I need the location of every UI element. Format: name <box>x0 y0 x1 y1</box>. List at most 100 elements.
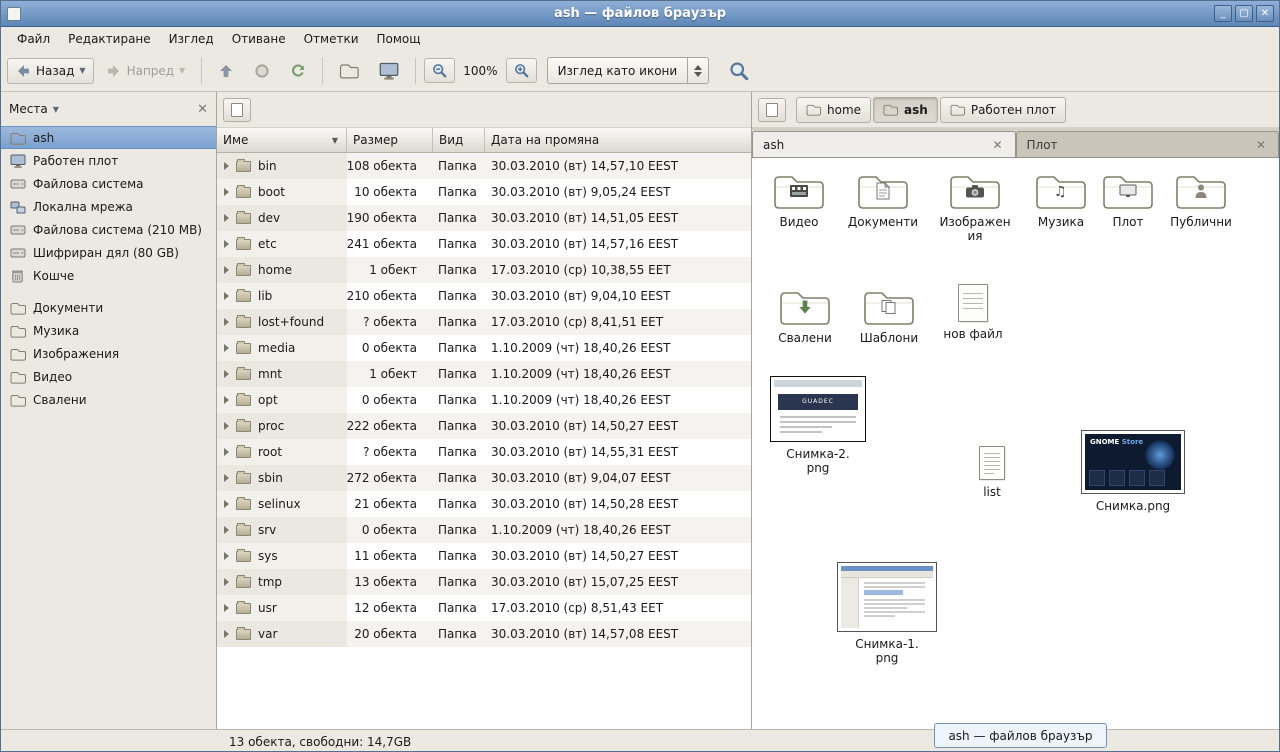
file-snimka-1[interactable]: Снимка-1.png <box>834 562 940 665</box>
sidebar-item-filesystem[interactable]: Файлова система <box>1 172 216 195</box>
breadcrumb-home[interactable]: home <box>796 97 871 123</box>
expander-icon[interactable] <box>224 370 229 378</box>
table-row[interactable]: mnt1 обектПапка1.10.2009 (чт) 18,40,26 E… <box>217 361 751 387</box>
sidebar-item-filesystem-210mb[interactable]: Файлова система (210 MB) <box>1 218 216 241</box>
chevron-down-icon[interactable]: ▼ <box>53 105 59 114</box>
expander-icon[interactable] <box>224 630 229 638</box>
menu-file[interactable]: Файл <box>9 30 58 48</box>
sidebar-item-music[interactable]: Музика <box>1 319 216 342</box>
expander-icon[interactable] <box>224 318 229 326</box>
file-new[interactable]: нов файл <box>932 284 1014 341</box>
close-icon[interactable]: ✕ <box>1254 138 1268 152</box>
sidebar-item-encrypted-80gb[interactable]: Шифриран дял (80 GB) <box>1 241 216 264</box>
location-toggle-button[interactable] <box>758 98 786 122</box>
menu-view[interactable]: Изглед <box>161 30 222 48</box>
folder-public[interactable]: Публични <box>1158 168 1244 229</box>
close-icon[interactable]: ✕ <box>990 138 1004 152</box>
expander-icon[interactable] <box>224 578 229 586</box>
table-row[interactable]: dev190 обектаПапка30.03.2010 (вт) 14,51,… <box>217 205 751 231</box>
expander-icon[interactable] <box>224 526 229 534</box>
column-header-type[interactable]: Вид <box>433 128 485 152</box>
table-row[interactable]: home1 обектПапка17.03.2010 (ср) 10,38,55… <box>217 257 751 283</box>
taskbar-tooltip[interactable]: ash — файлов браузър <box>934 723 1107 748</box>
tab-desktop[interactable]: Плот ✕ <box>1016 131 1280 157</box>
column-header-name[interactable]: Име ▼ <box>217 128 347 152</box>
search-button[interactable] <box>721 56 757 86</box>
breadcrumb-desktop[interactable]: Работен плот <box>940 97 1066 123</box>
icon-view[interactable]: Видео Документи <box>752 158 1279 729</box>
table-row[interactable]: tmp13 обектаПапка30.03.2010 (вт) 15,07,2… <box>217 569 751 595</box>
table-row[interactable]: usr12 обектаПапка17.03.2010 (ср) 8,51,43… <box>217 595 751 621</box>
expander-icon[interactable] <box>224 344 229 352</box>
file-list[interactable]: list <box>962 446 1022 499</box>
folder-templates[interactable]: Шаблони <box>848 284 930 345</box>
expander-icon[interactable] <box>224 448 229 456</box>
reload-button[interactable] <box>282 58 314 84</box>
menu-edit[interactable]: Редактиране <box>60 30 159 48</box>
sidebar-item-trash[interactable]: Кошче <box>1 264 216 287</box>
sidebar-title[interactable]: Места <box>9 102 48 116</box>
titlebar[interactable]: ash — файлов браузър _ ▢ ✕ <box>1 1 1279 27</box>
table-row[interactable]: opt0 обектаПапка1.10.2009 (чт) 18,40,26 … <box>217 387 751 413</box>
sidebar-item-documents[interactable]: Документи <box>1 296 216 319</box>
expander-icon[interactable] <box>224 474 229 482</box>
combo-spinner-icon[interactable] <box>687 58 708 83</box>
expander-icon[interactable] <box>224 162 229 170</box>
stop-button[interactable] <box>246 58 278 84</box>
sidebar-item-desktop[interactable]: Работен плот <box>1 149 216 172</box>
expander-icon[interactable] <box>224 396 229 404</box>
zoom-in-button[interactable] <box>506 58 537 83</box>
table-row[interactable]: root? обектаПапка30.03.2010 (вт) 14,55,3… <box>217 439 751 465</box>
expander-icon[interactable] <box>224 188 229 196</box>
view-mode-select[interactable]: Изглед като икони <box>547 57 710 84</box>
folder-video[interactable]: Видео <box>758 168 840 229</box>
expander-icon[interactable] <box>224 604 229 612</box>
table-row[interactable]: bin108 обектаПапка30.03.2010 (вт) 14,57,… <box>217 153 751 179</box>
table-row[interactable]: proc222 обектаПапка30.03.2010 (вт) 14,50… <box>217 413 751 439</box>
sidebar-item-local-network[interactable]: Локална мрежа <box>1 195 216 218</box>
sidebar-item-video[interactable]: Видео <box>1 365 216 388</box>
file-snimka-2[interactable]: GUADEC Снимка-2.png <box>766 376 870 475</box>
table-row[interactable]: etc241 обектаПапка30.03.2010 (вт) 14,57,… <box>217 231 751 257</box>
table-row[interactable]: media0 обектаПапка1.10.2009 (чт) 18,40,2… <box>217 335 751 361</box>
forward-button[interactable]: Напред ▼ <box>98 58 194 84</box>
folder-downloads[interactable]: Свалени <box>764 284 846 345</box>
sidebar-close-icon[interactable]: ✕ <box>197 102 208 117</box>
expander-icon[interactable] <box>224 422 229 430</box>
zoom-out-button[interactable] <box>424 58 455 83</box>
minimize-button[interactable]: _ <box>1214 5 1232 22</box>
table-row[interactable]: selinux21 обектаПапка30.03.2010 (вт) 14,… <box>217 491 751 517</box>
computer-button[interactable] <box>371 57 407 85</box>
table-row[interactable]: lib210 обектаПапка30.03.2010 (вт) 9,04,1… <box>217 283 751 309</box>
file-snimka[interactable]: GNOME Store Снимка.png <box>1078 430 1188 513</box>
expander-icon[interactable] <box>224 292 229 300</box>
expander-icon[interactable] <box>224 214 229 222</box>
column-header-size[interactable]: Размер <box>347 128 433 152</box>
table-row[interactable]: boot10 обектаПапка30.03.2010 (вт) 9,05,2… <box>217 179 751 205</box>
sidebar-item-pictures[interactable]: Изображения <box>1 342 216 365</box>
table-row[interactable]: var20 обектаПапка30.03.2010 (вт) 14,57,0… <box>217 621 751 647</box>
table-row[interactable]: sys11 обектаПапка30.03.2010 (вт) 14,50,2… <box>217 543 751 569</box>
home-button[interactable] <box>331 57 367 84</box>
menu-bookmarks[interactable]: Отметки <box>296 30 367 48</box>
breadcrumb-ash[interactable]: ash <box>873 97 938 123</box>
menu-help[interactable]: Помощ <box>369 30 429 48</box>
expander-icon[interactable] <box>224 266 229 274</box>
table-row[interactable]: lost+found? обектаПапка17.03.2010 (ср) 8… <box>217 309 751 335</box>
up-button[interactable] <box>210 58 242 84</box>
folder-documents[interactable]: Документи <box>840 168 926 229</box>
maximize-button[interactable]: ▢ <box>1235 5 1253 22</box>
expander-icon[interactable] <box>224 500 229 508</box>
tab-ash[interactable]: ash ✕ <box>752 131 1016 157</box>
table-row[interactable]: srv0 обектаПапка1.10.2009 (чт) 18,40,26 … <box>217 517 751 543</box>
location-toggle-button[interactable] <box>223 98 251 122</box>
menu-go[interactable]: Отиване <box>224 30 294 48</box>
back-button[interactable]: Назад ▼ <box>7 58 94 84</box>
sidebar-item-downloads[interactable]: Свалени <box>1 388 216 411</box>
sidebar-item-ash[interactable]: ash <box>1 126 216 149</box>
folder-desktop[interactable]: Плот <box>1090 168 1166 229</box>
column-header-date[interactable]: Дата на промяна <box>485 128 751 152</box>
folder-images[interactable]: Изображения <box>932 168 1018 243</box>
expander-icon[interactable] <box>224 240 229 248</box>
expander-icon[interactable] <box>224 552 229 560</box>
